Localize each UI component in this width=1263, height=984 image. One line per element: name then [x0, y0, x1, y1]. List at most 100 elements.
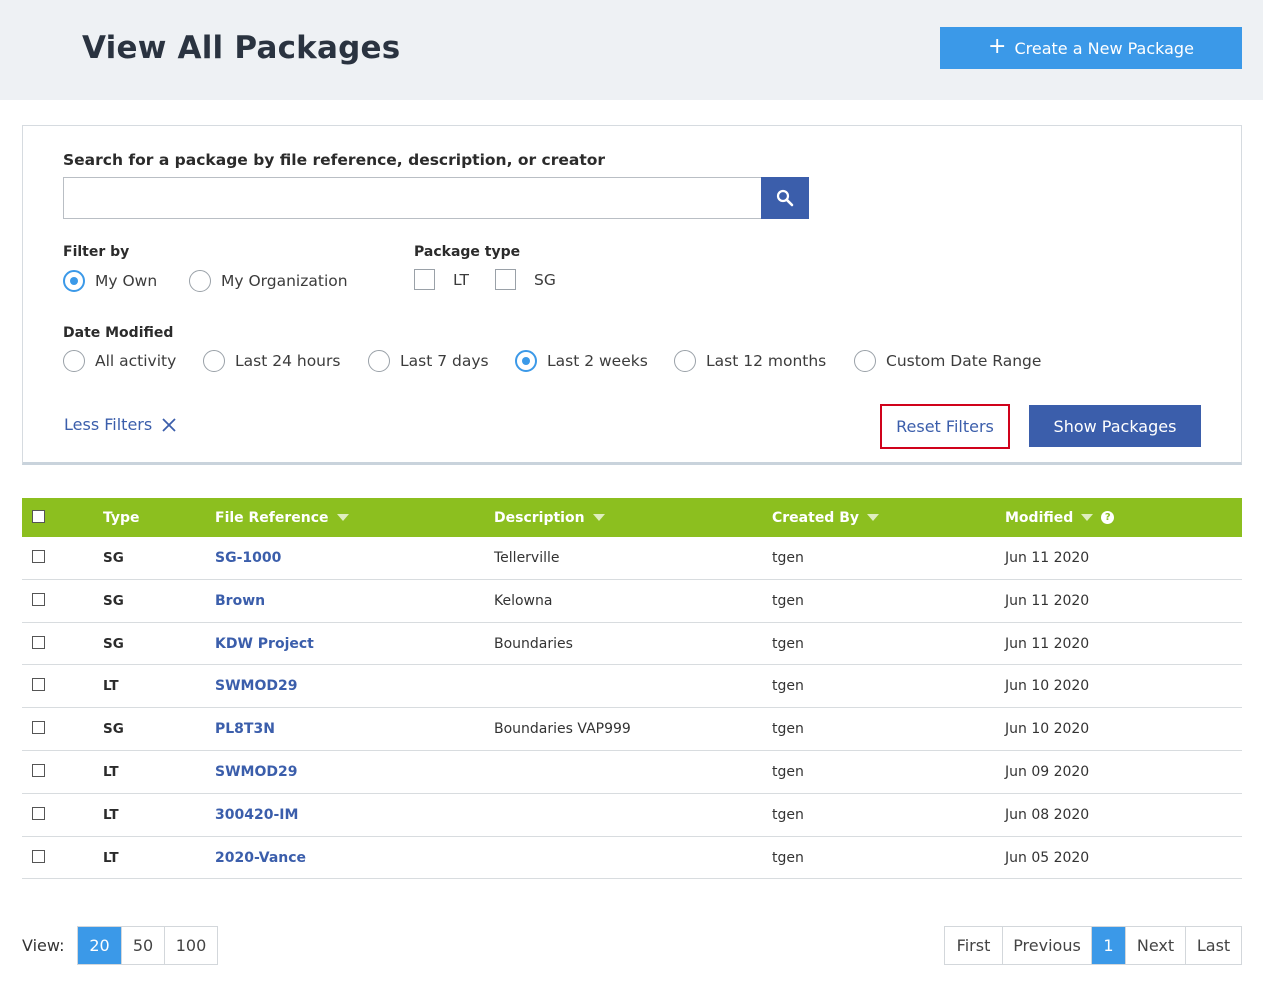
cell-file-reference-link[interactable]: 300420-IM [215, 794, 298, 836]
column-label: Created By [772, 509, 860, 526]
cell-created-by: tgen [772, 592, 804, 609]
create-package-button[interactable]: + Create a New Package [940, 27, 1242, 69]
row-checkbox[interactable] [32, 592, 45, 606]
cell-modified: Jun 10 2020 [1005, 721, 1090, 738]
less-filters-link[interactable]: Less Filters [64, 415, 176, 434]
radio-icon [63, 350, 85, 372]
search-icon [776, 189, 794, 207]
cell-file-reference-link[interactable]: PL8T3N [215, 708, 275, 750]
date-last-2-weeks-radio[interactable]: Last 2 weeks [515, 350, 648, 372]
cell-modified: Jun 11 2020 [1005, 592, 1090, 609]
table-row: SG Brown Kelowna tgen Jun 11 2020 [22, 580, 1242, 623]
page-1-button[interactable]: 1 [1092, 927, 1126, 964]
cell-file-reference-link[interactable]: SWMOD29 [215, 665, 297, 707]
column-file-reference[interactable]: File Reference [215, 498, 349, 537]
column-description[interactable]: Description [494, 498, 605, 537]
sort-caret-icon [592, 514, 605, 521]
table-row: LT 2020-Vance tgen Jun 05 2020 [22, 837, 1242, 880]
cell-file-reference-link[interactable]: KDW Project [215, 623, 314, 665]
table-row: SG KDW Project Boundaries tgen Jun 11 20… [22, 623, 1242, 666]
cell-file-reference-link[interactable]: Brown [215, 580, 265, 622]
sort-caret-icon [336, 514, 349, 521]
table-row: SG PL8T3N Boundaries VAP999 tgen Jun 10 … [22, 708, 1242, 751]
cell-created-by: tgen [772, 550, 804, 566]
cell-file-reference-link[interactable]: 2020-Vance [215, 837, 306, 879]
page-size-50-button[interactable]: 50 [122, 927, 165, 964]
search-input[interactable] [63, 177, 761, 219]
filter-my-organization-radio[interactable]: My Organization [189, 270, 348, 292]
search-button[interactable] [761, 177, 809, 219]
less-filters-label: Less Filters [64, 415, 153, 434]
radio-icon [203, 350, 225, 372]
cell-description: Boundaries [494, 635, 573, 652]
cell-modified: Jun 09 2020 [1005, 763, 1090, 780]
package-type-lt-checkbox[interactable]: LT [414, 269, 469, 290]
radio-icon [189, 270, 211, 292]
option-label: Last 7 days [400, 352, 489, 370]
table-row: LT 300420-IM tgen Jun 08 2020 [22, 794, 1242, 837]
cell-type: SG [103, 592, 124, 609]
column-created-by[interactable]: Created By [772, 498, 880, 537]
cell-file-reference-link[interactable]: SG-1000 [215, 537, 281, 579]
column-label: Modified [1005, 509, 1074, 526]
pagination: First Previous 1 Next Last [944, 926, 1242, 965]
close-icon [162, 417, 176, 432]
reset-filters-button[interactable]: Reset Filters [880, 404, 1010, 449]
row-checkbox[interactable] [32, 763, 45, 777]
previous-page-button[interactable]: Previous [1003, 927, 1092, 964]
date-last-7-days-radio[interactable]: Last 7 days [368, 350, 489, 372]
filter-panel: Search for a package by file reference, … [22, 125, 1242, 465]
package-type-label: Package type [414, 244, 521, 260]
show-packages-button[interactable]: Show Packages [1029, 405, 1201, 447]
radio-checked-icon [63, 270, 85, 292]
first-page-button[interactable]: First [945, 927, 1003, 964]
package-type-sg-checkbox[interactable]: SG [495, 269, 556, 290]
last-page-button[interactable]: Last [1186, 927, 1241, 964]
row-checkbox[interactable] [32, 635, 45, 649]
cell-type: LT [103, 806, 119, 823]
table-row: SG SG-1000 Tellerville tgen Jun 11 2020 [22, 537, 1242, 580]
option-label: Last 24 hours [235, 352, 341, 370]
cell-created-by: tgen [772, 849, 804, 866]
cell-description: Boundaries VAP999 [494, 721, 631, 738]
table-header: Type File Reference Description Created … [22, 498, 1242, 537]
date-last-12-months-radio[interactable]: Last 12 months [674, 350, 826, 372]
filter-my-own-radio[interactable]: My Own [63, 270, 157, 292]
row-checkbox[interactable] [32, 849, 45, 863]
column-label: Type [103, 509, 140, 526]
radio-icon [674, 350, 696, 372]
cell-file-reference-link[interactable]: SWMOD29 [215, 751, 297, 793]
cell-modified: Jun 11 2020 [1005, 550, 1090, 566]
option-label: Last 12 months [706, 352, 827, 370]
page-size-100-button[interactable]: 100 [165, 927, 217, 964]
radio-icon [854, 350, 876, 372]
sort-caret-icon [867, 514, 880, 521]
create-package-label: Create a New Package [1014, 38, 1194, 58]
cell-description: Tellerville [494, 550, 560, 566]
date-last-24-hours-radio[interactable]: Last 24 hours [203, 350, 340, 372]
row-checkbox[interactable] [32, 550, 45, 563]
column-modified[interactable]: Modified ? [1005, 498, 1115, 537]
cell-modified: Jun 10 2020 [1005, 678, 1090, 695]
row-checkbox[interactable] [32, 721, 45, 735]
cell-type: LT [103, 763, 119, 780]
date-all-activity-radio[interactable]: All activity [63, 350, 176, 372]
help-icon[interactable]: ? [1101, 511, 1115, 524]
column-label: Description [494, 509, 585, 526]
cell-type: LT [103, 849, 119, 866]
row-checkbox[interactable] [32, 678, 45, 692]
cell-created-by: tgen [772, 678, 804, 695]
cell-created-by: tgen [772, 763, 804, 780]
cell-description: Kelowna [494, 592, 553, 609]
next-page-button[interactable]: Next [1126, 927, 1186, 964]
date-custom-range-radio[interactable]: Custom Date Range [854, 350, 1041, 372]
radio-icon [368, 350, 390, 372]
page-size-20-button[interactable]: 20 [78, 927, 122, 964]
cell-modified: Jun 05 2020 [1005, 849, 1090, 866]
table-row: LT SWMOD29 tgen Jun 09 2020 [22, 751, 1242, 794]
row-checkbox[interactable] [32, 806, 45, 820]
sort-caret-icon [1081, 514, 1094, 521]
cell-type: LT [103, 678, 119, 695]
select-all-checkbox[interactable] [32, 510, 45, 523]
option-label: My Own [95, 272, 158, 290]
